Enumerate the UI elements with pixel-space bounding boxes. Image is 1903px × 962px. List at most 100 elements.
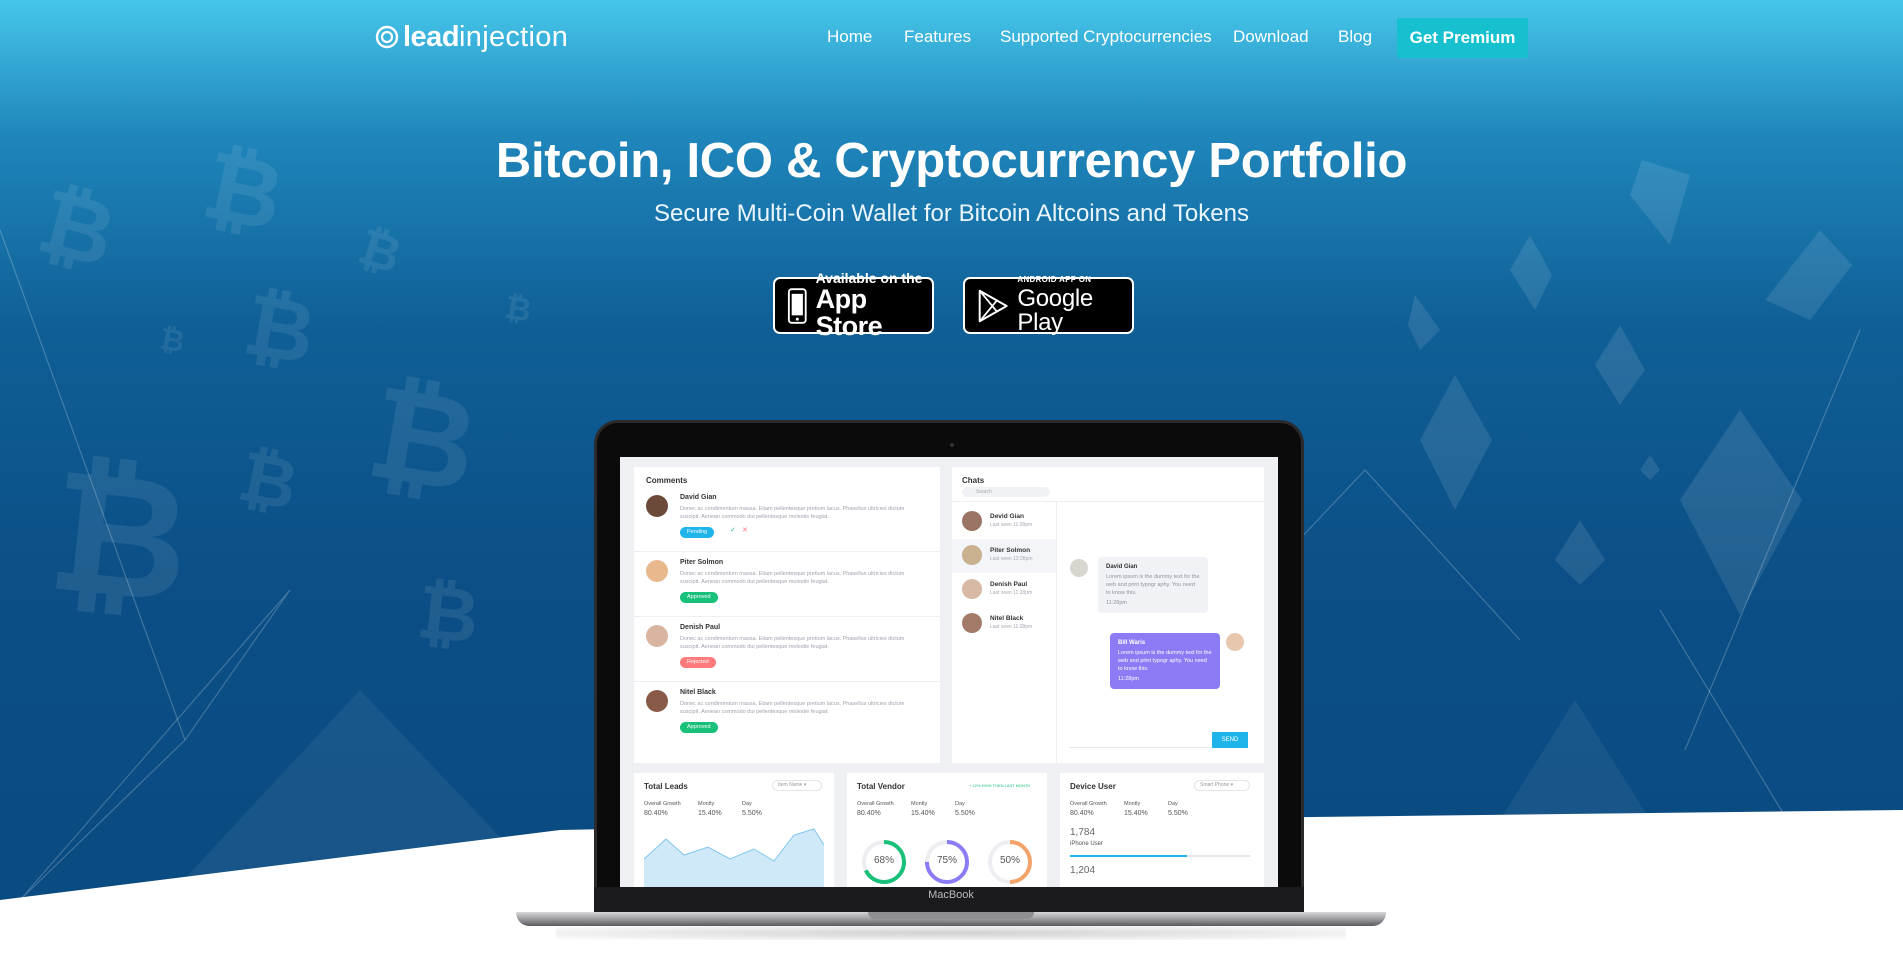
stat-value: 5.50% (1168, 810, 1188, 817)
target-icon (375, 25, 399, 49)
nav-home[interactable]: Home (827, 27, 872, 47)
nav-blog[interactable]: Blog (1338, 27, 1372, 47)
device-progress-fill (1070, 855, 1187, 857)
comment-text: Donec ac condimentum massa. Etiam pellen… (680, 701, 905, 715)
device-filter-select[interactable]: Smart Phone ▾ (1194, 780, 1250, 791)
stat-value: 80.40% (1070, 810, 1094, 817)
stat-label: Montly (911, 801, 928, 807)
chat-contact-name: Devid Gian (990, 513, 1024, 520)
comments-card: Comments David Gian Donec ac condimentum… (634, 467, 940, 763)
device-user-title: Device User (1070, 782, 1116, 791)
nav-features[interactable]: Features (904, 27, 971, 47)
stat-value: 15.40% (1124, 810, 1148, 817)
message-text: Lorem ipsum is the dummy text for the we… (1118, 650, 1212, 672)
chat-contact[interactable]: Devid Gian Last seen 11:28pm (952, 505, 1056, 539)
app-store-small-text: Available on the (815, 270, 923, 286)
chat-contact[interactable]: Nitel Black Last seen 11:28pm (952, 607, 1056, 641)
stat-label: Day (1168, 801, 1178, 807)
logo-text-light: injection (459, 20, 569, 53)
smartphone-icon (787, 287, 807, 324)
comments-title: Comments (646, 476, 688, 485)
comment-name: David Gian (680, 494, 717, 501)
svg-text:₿: ₿ (413, 567, 483, 661)
hero-section: ₿ ₿ ₿ ₿ ₿ ₿ ₿ ₿ ₿ ₿ lead injection Home … (0, 0, 1903, 962)
ring-label: 75% (936, 855, 957, 866)
google-play-big-text: Google Play (1017, 285, 1093, 336)
device-progress-track (1070, 855, 1250, 857)
comment-text: Donec ac condimentum massa. Etiam pellen… (680, 636, 905, 650)
camera-icon (950, 443, 954, 447)
comment-name: Nitel Black (680, 689, 716, 696)
stat-value: 15.40% (698, 810, 722, 817)
close-icon[interactable]: ✕ (742, 526, 748, 534)
logo[interactable]: lead injection (375, 20, 568, 54)
get-premium-button[interactable]: Get Premium (1397, 18, 1528, 58)
comment-name: Piter Solmon (680, 559, 724, 566)
dashboard-screen: Comments David Gian Donec ac condimentum… (620, 457, 1278, 887)
chat-last-seen: Last seen 11:28pm (990, 624, 1033, 630)
send-button[interactable]: SEND (1212, 732, 1248, 748)
device-count-secondary: 1,204 (1070, 865, 1096, 876)
nav-download[interactable]: Download (1233, 27, 1309, 47)
stat-value: 80.40% (644, 810, 668, 817)
status-badge[interactable]: Pending (680, 527, 715, 538)
chat-contact[interactable]: Denish Paul Last seen 11:28pm (952, 573, 1056, 607)
laptop-shadow (556, 926, 1346, 940)
stat-label: Overall Growth (1070, 801, 1107, 807)
leads-area-graph (644, 828, 824, 887)
comment-name: Denish Paul (680, 624, 721, 631)
avatar (962, 545, 982, 565)
chat-last-seen: Last seen 12:28pm (990, 556, 1033, 562)
chat-message-incoming: David Gian Lorem ipsum is the dummy text… (1098, 557, 1208, 613)
chat-contact-name: Piter Solmon (990, 547, 1031, 554)
stat-value: 15.40% (911, 810, 935, 817)
svg-text:₿: ₿ (502, 288, 534, 330)
chat-contact-name: Nitel Black (990, 615, 1024, 622)
total-vendor-card: Total Vendor + 12% HIGH THEN LAST MONTH … (847, 773, 1047, 887)
svg-text:₿: ₿ (232, 435, 305, 527)
message-sender: David Gian (1106, 564, 1138, 570)
avatar (1226, 633, 1244, 651)
google-play-small-text: ANDROID APP ON (1017, 275, 1092, 284)
avatar (962, 613, 982, 633)
status-badge[interactable]: Approved (680, 592, 718, 603)
chat-search-placeholder: Search (976, 489, 992, 495)
avatar (646, 495, 668, 517)
message-time: 11:28pm (1106, 600, 1127, 606)
total-vendor-title: Total Vendor (857, 782, 905, 791)
hero-title: Bitcoin, ICO & Cryptocurrency Portfolio (495, 134, 1408, 188)
stat-value: 5.50% (955, 810, 975, 817)
chats-title: Chats (962, 476, 985, 485)
message-sender: Bill Waris (1118, 640, 1146, 646)
comment-item: David Gian Donec ac condimentum massa. E… (634, 487, 940, 552)
total-leads-title: Total Leads (644, 782, 688, 791)
laptop-notch (868, 912, 1034, 919)
ring-label: 68% (873, 855, 894, 866)
stat-label: Montly (1124, 801, 1141, 807)
nav-supported-cryptocurrencies[interactable]: Supported Cryptocurrencies (1000, 27, 1212, 47)
status-badge[interactable]: Rejected (680, 657, 716, 668)
message-input[interactable] (1070, 732, 1210, 748)
comment-item: Denish Paul Donec ac condimentum massa. … (634, 617, 940, 682)
app-store-badge[interactable]: Available on the App Store (773, 271, 934, 340)
check-icon[interactable]: ✓ (730, 526, 736, 534)
status-badge[interactable]: Approved (680, 722, 718, 733)
app-store-big-text: App Store (815, 284, 883, 341)
chat-contact-name: Denish Paul (990, 581, 1028, 588)
leads-filter-select[interactable]: Item Name ▾ (772, 780, 822, 791)
google-play-badge[interactable]: ANDROID APP ON Google Play (963, 275, 1134, 336)
ring-label: 50% (999, 855, 1020, 866)
stat-label: Overall Growth (857, 801, 894, 807)
chat-contact[interactable]: Piter Solmon Last seen 12:28pm (952, 539, 1056, 573)
device-count: 1,784 (1070, 827, 1096, 838)
laptop-brand: MacBook (928, 889, 974, 901)
svg-text:₿: ₿ (237, 275, 322, 385)
chat-search-input[interactable]: Search (962, 487, 1050, 497)
chat-last-seen: Last seen 11:28pm (990, 522, 1033, 528)
stat-label: Day (955, 801, 965, 807)
device-user-card: Device User Smart Phone ▾ Overall Growth… (1060, 773, 1264, 887)
comment-text: Donec ac condimentum massa. Etiam pellen… (680, 571, 905, 585)
comment-item: Piter Solmon Donec ac condimentum massa.… (634, 552, 940, 617)
logo-text-bold: lead (403, 20, 460, 53)
avatar (646, 560, 668, 582)
